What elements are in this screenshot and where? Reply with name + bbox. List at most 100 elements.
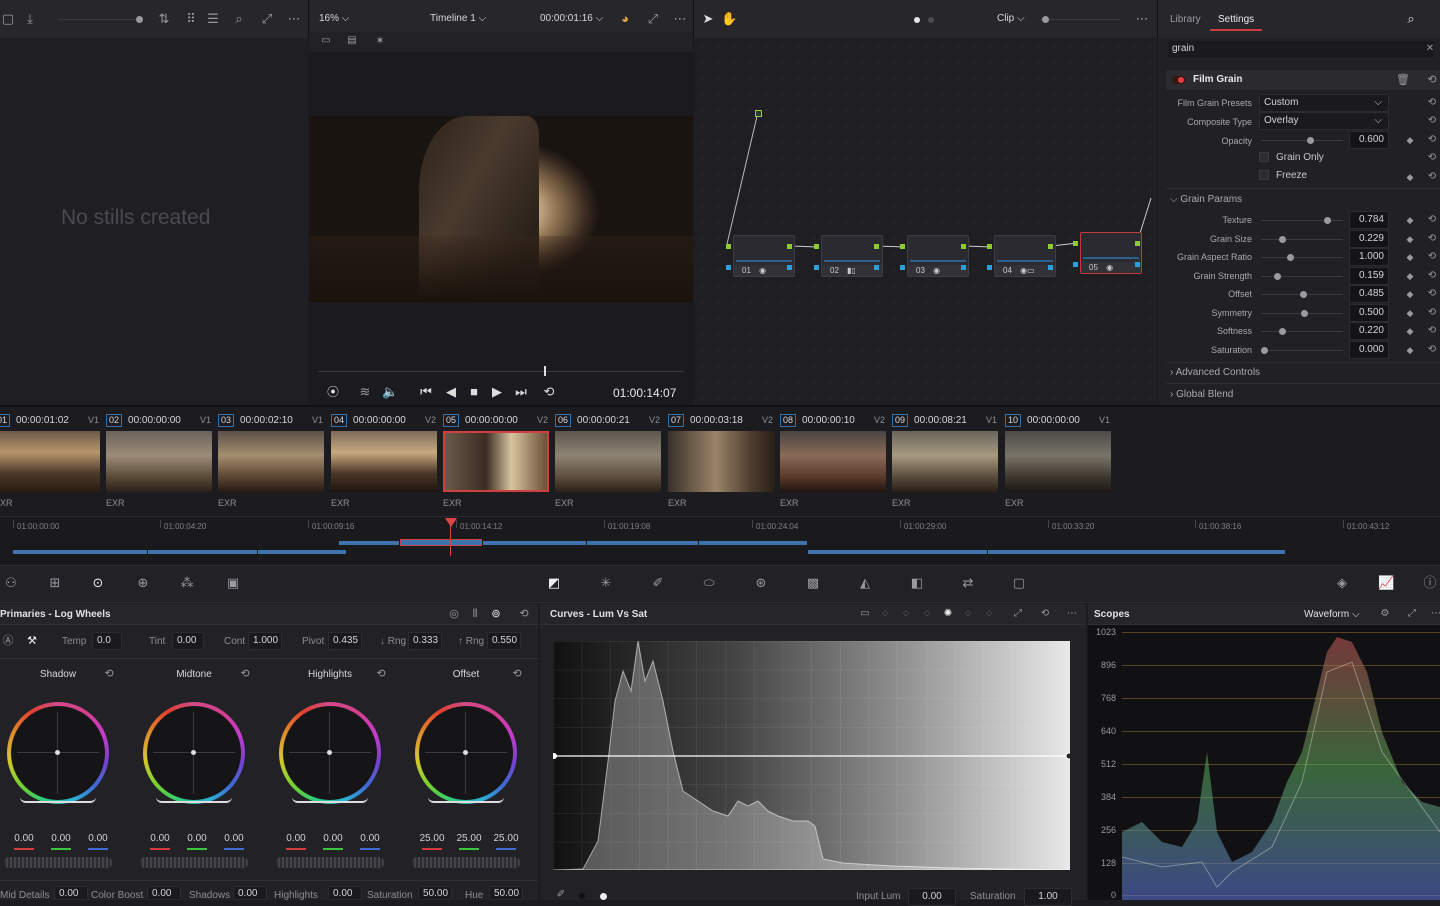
freeze-checkbox[interactable]	[1259, 170, 1269, 180]
wheel-value[interactable]: 0.00	[8, 833, 40, 844]
param-reset-icon[interactable]: ⟲	[1424, 343, 1440, 359]
picker-icon[interactable]: ⚒	[24, 634, 40, 650]
wheel-value[interactable]: 25.00	[490, 833, 522, 844]
node-more-icon[interactable]: ⋯	[1134, 12, 1150, 28]
wheel-jog[interactable]	[412, 857, 520, 868]
curve-point-dot-2[interactable]	[600, 893, 607, 900]
param-field[interactable]: 0.220	[1349, 322, 1389, 340]
volume-icon[interactable]: 🔈	[382, 385, 398, 401]
tab-library[interactable]: Library	[1170, 14, 1201, 25]
wheel-reset-icon[interactable]: ⟲	[101, 667, 117, 683]
param-keyframe-icon[interactable]: ◆	[1402, 306, 1418, 322]
fx-search-input[interactable]: grain	[1168, 41, 1434, 58]
hand-icon[interactable]: ✋	[721, 12, 737, 28]
tab-settings[interactable]: Settings	[1218, 14, 1254, 25]
curves-graph[interactable]	[553, 641, 1070, 870]
color-wheel[interactable]	[143, 702, 245, 804]
param-slider[interactable]	[1261, 347, 1343, 354]
opacity-field[interactable]: 0.600	[1349, 131, 1389, 149]
track-v1-clip-1[interactable]	[13, 550, 147, 554]
param-field[interactable]: 0.000	[1349, 341, 1389, 359]
freeze-keyframe-icon[interactable]: ◆	[1402, 170, 1418, 186]
clear-search-icon[interactable]: ✕	[1422, 42, 1438, 58]
clip-thumbnail[interactable]	[668, 431, 774, 492]
curves-sat-lum-icon[interactable]: ◌	[981, 607, 997, 623]
curves-hue-sat-icon[interactable]: ◌	[898, 607, 914, 623]
bottom-param-field[interactable]: 50.00	[418, 886, 452, 900]
skip-forward-icon[interactable]: ⏭	[513, 385, 529, 401]
scrubber-playhead[interactable]	[544, 366, 546, 376]
bottom-param-field[interactable]: 0.00	[147, 886, 181, 900]
param-field[interactable]: 0.500	[1349, 304, 1389, 322]
wheel-reset-icon[interactable]: ⟲	[509, 667, 525, 683]
wheel-value[interactable]: 0.00	[354, 833, 386, 844]
curves-reset-icon[interactable]: ⟲	[1037, 607, 1053, 623]
auto-balance-icon[interactable]: Ⓐ	[0, 634, 16, 650]
curve-saturation-field[interactable]: 1.00	[1024, 888, 1072, 906]
window-icon[interactable]: ⬭	[701, 576, 717, 592]
grain-only-checkbox[interactable]	[1259, 152, 1269, 162]
viewer-image[interactable]	[309, 116, 693, 302]
stop-icon[interactable]: ■	[466, 385, 482, 401]
node-05[interactable]: 05 ◉	[1080, 232, 1142, 274]
curves-lum-sat-icon[interactable]: ✺	[940, 607, 956, 623]
info-icon[interactable]: ⓘ	[1422, 576, 1438, 592]
param-field[interactable]: 0.159	[1349, 267, 1389, 285]
page-dot[interactable]	[928, 17, 934, 23]
param-field[interactable]: 1.000	[1349, 248, 1389, 266]
layers-icon[interactable]: ≋	[357, 385, 373, 401]
node-04[interactable]: 04 ◉▭	[994, 235, 1056, 277]
track-v2-clip-5[interactable]	[400, 539, 482, 546]
curves-more-icon[interactable]: ⋯	[1064, 607, 1080, 623]
more-options-icon[interactable]: ⋯	[286, 12, 302, 28]
page-dot-active[interactable]	[914, 17, 920, 23]
grid-view-icon[interactable]: ⠿	[183, 12, 199, 28]
track-v2-clip-7[interactable]	[587, 541, 698, 545]
primaries-wheels-icon[interactable]: ⊚	[488, 607, 504, 623]
wheel-value[interactable]: 0.00	[144, 833, 176, 844]
node-zoom-slider[interactable]	[1040, 16, 1120, 23]
wheel-value[interactable]: 25.00	[416, 833, 448, 844]
key-icon[interactable]: ◧	[909, 576, 925, 592]
curves-expand-icon[interactable]: ⤢	[1010, 607, 1026, 623]
wheel-value[interactable]: 0.00	[218, 833, 250, 844]
keyframes-icon[interactable]: ◈	[1334, 576, 1350, 592]
loop-icon[interactable]: ⟲	[541, 385, 557, 401]
color-wheel[interactable]	[7, 702, 109, 804]
delete-fx-icon[interactable]: 🗑	[1395, 73, 1411, 89]
param-keyframe-icon[interactable]: ◆	[1402, 343, 1418, 359]
node-01[interactable]: 01 ◉	[733, 235, 795, 277]
hdr-wheels-icon[interactable]: ⊕	[135, 576, 151, 592]
viewer-expand-icon[interactable]: ⤢	[645, 12, 661, 28]
zoom-dropdown[interactable]: 16% ⌵	[319, 13, 349, 24]
timeline-playhead[interactable]	[450, 524, 451, 556]
fullscreen-icon[interactable]: ⤢	[259, 12, 275, 28]
3d-icon[interactable]: ▢	[1011, 576, 1027, 592]
color-warper-icon[interactable]: ✳	[598, 576, 614, 592]
list-view-icon[interactable]: ☰	[205, 12, 221, 28]
split-view-icon[interactable]: ▤	[344, 34, 360, 50]
param-keyframe-icon[interactable]: ◆	[1402, 232, 1418, 248]
param-keyframe-icon[interactable]: ◆	[1402, 213, 1418, 229]
grain-params-header[interactable]: ⌵ Grain Params	[1170, 194, 1242, 205]
composite-reset-icon[interactable]: ⟲	[1424, 114, 1440, 130]
timecode-dropdown[interactable]: 00:00:01:16 ⌵	[540, 13, 603, 24]
sizing-icon[interactable]: ⇄	[960, 576, 976, 592]
curve-point-dot[interactable]	[579, 893, 585, 899]
param-slider[interactable]	[1261, 236, 1343, 243]
magic-wand-icon[interactable]: ✶	[372, 34, 388, 50]
param-slider[interactable]	[1261, 328, 1343, 335]
single-view-icon[interactable]: ▭	[318, 34, 334, 50]
pivot-field[interactable]: 0.435	[328, 632, 362, 650]
tracker-icon[interactable]: ⊛	[753, 576, 769, 592]
primaries-reset-icon[interactable]: ⟲	[516, 607, 532, 623]
clip-thumbnail[interactable]	[106, 431, 212, 492]
param-slider[interactable]	[1261, 291, 1343, 298]
curves-icon[interactable]: ◩	[546, 576, 562, 592]
bottom-param-field[interactable]: 0.00	[328, 886, 362, 900]
curves-sat-sat-icon[interactable]: ◌	[960, 607, 976, 623]
source-pin[interactable]	[755, 110, 762, 117]
pointer-icon[interactable]: ➤	[700, 12, 716, 28]
magic-mask-icon[interactable]: ▩	[805, 576, 821, 592]
wheel-jog[interactable]	[276, 857, 384, 868]
